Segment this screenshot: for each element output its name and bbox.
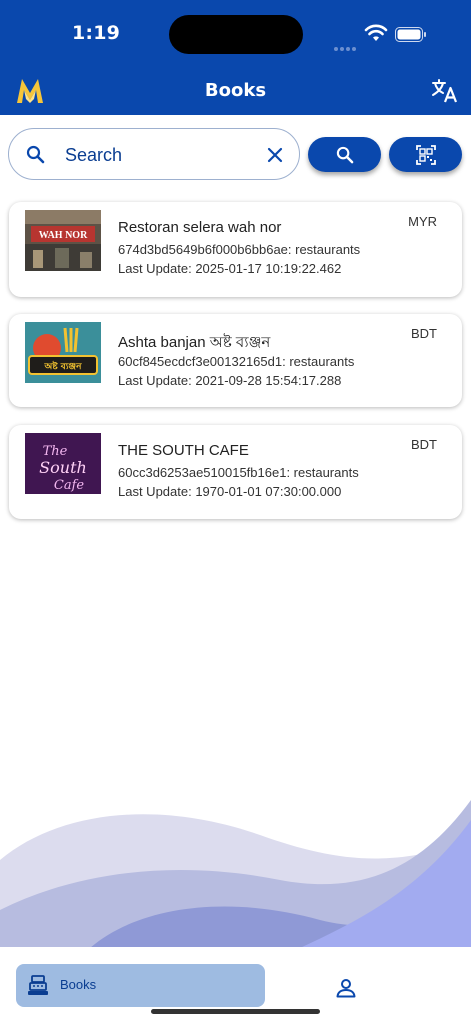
book-card[interactable]: WAH NOR Restoran selera wah nor 674d3bd5… xyxy=(9,202,462,297)
book-name: THE SOUTH CAFE xyxy=(118,442,249,459)
last-update: Last Update: 2025-01-17 10:19:22.462 xyxy=(118,261,342,276)
bottom-navigation: Books xyxy=(0,947,471,1024)
person-icon[interactable] xyxy=(334,976,358,1000)
search-icon xyxy=(336,146,353,163)
nav-books-tab[interactable]: Books xyxy=(16,964,265,1007)
svg-text:অষ্ট ব্যঞ্জন: অষ্ট ব্যঞ্জন xyxy=(43,360,82,372)
book-name: Ashta banjan অষ্ট ব্যঞ্জন xyxy=(118,334,271,351)
translate-icon[interactable] xyxy=(431,78,459,104)
svg-text:South: South xyxy=(39,458,87,477)
status-time: 1:19 xyxy=(72,22,121,44)
search-icon xyxy=(26,145,45,164)
clear-icon[interactable] xyxy=(267,147,283,163)
restaurant-thumbnail: অষ্ট ব্যঞ্জন xyxy=(25,322,101,383)
decorative-waves xyxy=(0,800,471,948)
currency-badge: BDT xyxy=(411,437,437,452)
book-card[interactable]: The South Cafe THE SOUTH CAFE 60cc3d6253… xyxy=(9,425,462,519)
page-title: Books xyxy=(204,80,267,101)
search-input[interactable] xyxy=(65,141,255,169)
book-id: 674d3bd5649b6f000b6bb6ae: restaurants xyxy=(118,242,361,257)
qr-scan-button[interactable] xyxy=(389,137,462,172)
qr-scan-icon xyxy=(415,144,436,165)
wifi-icon xyxy=(364,24,388,41)
svg-text:WAH NOR: WAH NOR xyxy=(39,230,88,241)
restaurant-thumbnail: The South Cafe xyxy=(25,433,101,494)
cash-register-icon xyxy=(28,975,48,995)
currency-badge: BDT xyxy=(411,326,437,341)
book-card[interactable]: অষ্ট ব্যঞ্জন Ashta banjan অষ্ট ব্যঞ্জন 6… xyxy=(9,314,462,407)
signal-icon xyxy=(334,36,358,51)
last-update: Last Update: 2021-09-28 15:54:17.288 xyxy=(118,373,342,388)
book-name: Restoran selera wah nor xyxy=(118,219,282,236)
search-button[interactable] xyxy=(308,137,381,172)
battery-icon xyxy=(395,27,426,42)
nav-books-label: Books xyxy=(60,977,97,992)
svg-text:The: The xyxy=(43,444,68,459)
dynamic-island xyxy=(169,15,303,54)
search-field[interactable] xyxy=(8,128,300,180)
book-id: 60cf845ecdcf3e00132165d1: restaurants xyxy=(118,354,355,369)
currency-badge: MYR xyxy=(408,214,437,229)
app-header: 1:19 Books xyxy=(0,0,471,115)
home-indicator xyxy=(151,1009,320,1014)
restaurant-thumbnail: WAH NOR xyxy=(25,210,101,271)
book-id: 60cc3d6253ae510015fb16e1: restaurants xyxy=(118,465,359,480)
last-update: Last Update: 1970-01-01 07:30:00.000 xyxy=(118,484,342,499)
svg-text:Cafe: Cafe xyxy=(54,478,85,493)
